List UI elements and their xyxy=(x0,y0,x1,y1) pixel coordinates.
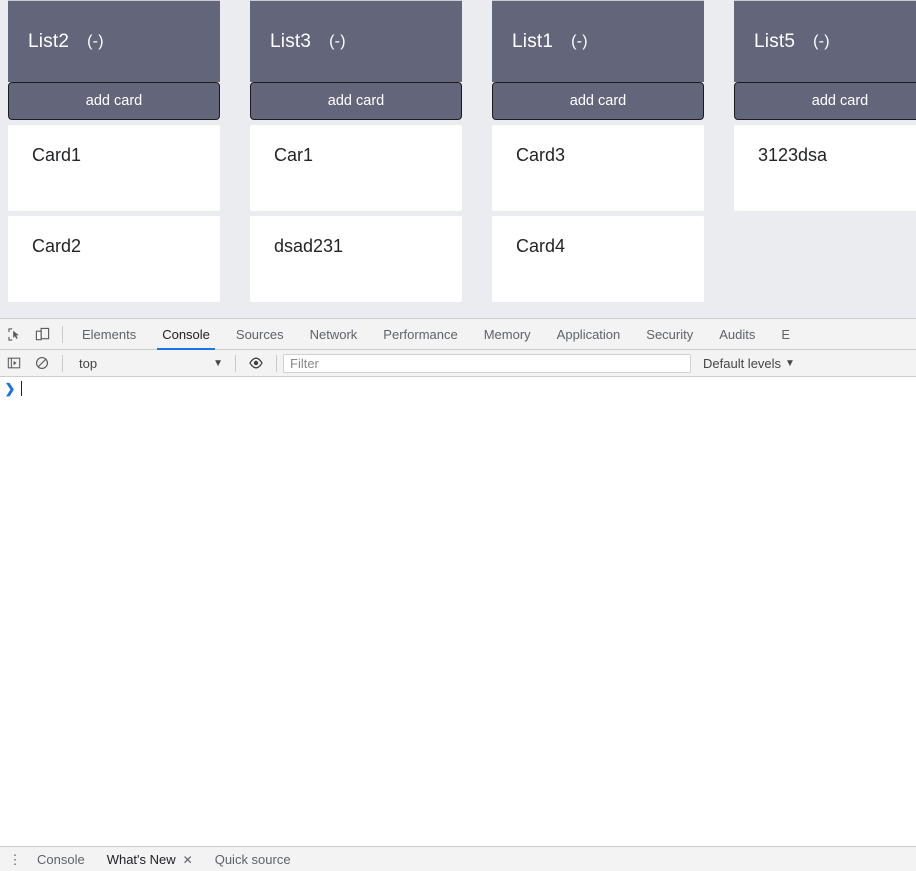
console-prompt-icon: ❯ xyxy=(4,380,16,396)
list-header[interactable]: List5 (-) xyxy=(734,0,916,82)
log-levels-dropdown[interactable]: Default levels ▼ xyxy=(703,356,795,371)
console-output-area[interactable]: ❯ xyxy=(0,378,916,846)
devtools-tab-security[interactable]: Security xyxy=(633,319,706,350)
console-text-caret xyxy=(21,381,22,396)
console-sidebar-icon[interactable] xyxy=(0,350,28,376)
drawer-tab-console[interactable]: Console xyxy=(26,849,96,871)
chevron-down-icon: ▼ xyxy=(213,357,223,369)
console-filter-input[interactable] xyxy=(283,353,691,373)
add-card-button[interactable]: add card xyxy=(250,82,462,120)
filterbar-divider-2 xyxy=(235,354,236,372)
devtools-tab-sources[interactable]: Sources xyxy=(223,319,297,350)
board-card[interactable]: Car1 xyxy=(250,125,462,211)
board-card[interactable]: dsad231 xyxy=(250,216,462,302)
drawer-tab-what-s-new[interactable]: What's New ✕ xyxy=(96,849,204,871)
list-delete-control[interactable]: (-) xyxy=(329,33,346,51)
list-title: List5 xyxy=(754,30,796,52)
board-card[interactable]: Card4 xyxy=(492,216,704,302)
devtools-tab-audits[interactable]: Audits xyxy=(706,319,768,350)
kanban-board: List2 (-) add card Card1 Card2 List3 (-) add ca… xyxy=(0,0,916,318)
devtools-tab-e[interactable]: E xyxy=(768,319,803,350)
drawer-tab-list: Console What's New ✕ Quick source xyxy=(26,849,302,871)
board-card[interactable]: 3123dsa xyxy=(734,125,916,211)
list-title: List3 xyxy=(270,30,312,52)
log-levels-label: Default levels xyxy=(703,355,782,371)
drawer-more-options-icon[interactable]: ⋮ xyxy=(4,849,26,871)
devtools-tab-memory[interactable]: Memory xyxy=(471,319,544,350)
list-header[interactable]: List3 (-) xyxy=(250,0,462,82)
list-delete-control[interactable]: (-) xyxy=(813,33,830,51)
toolbar-divider xyxy=(62,325,63,343)
console-filter-toolbar: top ▼ Default levels ▼ xyxy=(0,350,916,377)
list-delete-control[interactable]: (-) xyxy=(87,33,104,51)
device-toolbar-icon[interactable] xyxy=(28,321,56,347)
close-icon[interactable]: ✕ xyxy=(183,849,193,871)
board-card[interactable]: Card2 xyxy=(8,216,220,302)
drawer-tab-label: What's New xyxy=(106,852,176,867)
devtools-tab-elements[interactable]: Elements xyxy=(69,319,149,350)
list-title: List1 xyxy=(512,30,554,52)
chevron-down-icon: ▼ xyxy=(785,357,795,369)
list-column: List1 (-) add card Card3 Card4 xyxy=(492,0,704,302)
devtools-tab-performance[interactable]: Performance xyxy=(370,319,470,350)
drawer-tab-label: Console xyxy=(37,852,85,867)
list-title: List2 xyxy=(28,30,70,52)
list-header[interactable]: List1 (-) xyxy=(492,0,704,82)
list-column: List5 (-) add card 3123dsa xyxy=(734,0,916,211)
board-card[interactable]: Card1 xyxy=(8,125,220,211)
console-prompt-row[interactable]: ❯ xyxy=(0,378,916,399)
devtools-tabbar: Elements Console Sources Network Performance… xyxy=(0,319,916,350)
devtools-drawer-tabbar: ⋮ Console What's New ✕ Quick source xyxy=(0,846,916,871)
add-card-button[interactable]: add card xyxy=(492,82,704,120)
list-header[interactable]: List2 (-) xyxy=(8,0,220,82)
add-card-button[interactable]: add card xyxy=(8,82,220,120)
filterbar-divider-1 xyxy=(62,354,63,372)
list-column: List2 (-) add card Card1 Card2 xyxy=(8,0,220,302)
drawer-tab-label: Quick source xyxy=(214,852,291,867)
devtools-tab-application[interactable]: Application xyxy=(544,319,634,350)
devtools-panel: Elements Console Sources Network Performance… xyxy=(0,318,916,871)
board-card[interactable]: Card3 xyxy=(492,125,704,211)
clear-console-icon[interactable] xyxy=(28,350,56,376)
inspect-element-icon[interactable] xyxy=(0,321,28,347)
filterbar-divider-3 xyxy=(276,354,277,372)
drawer-tab-quick-source[interactable]: Quick source xyxy=(204,849,302,871)
devtools-tab-console[interactable]: Console xyxy=(149,319,223,350)
live-expression-eye-icon[interactable] xyxy=(242,350,270,376)
devtools-tab-list: Elements Console Sources Network Performance… xyxy=(69,319,803,350)
execution-context-select[interactable]: top ▼ xyxy=(69,353,229,374)
add-card-button[interactable]: add card xyxy=(734,82,916,120)
execution-context-value: top xyxy=(79,355,98,371)
list-column: List3 (-) add card Car1 dsad231 xyxy=(250,0,462,302)
board-lists-container: List2 (-) add card Card1 Card2 List3 (-) add ca… xyxy=(0,0,916,318)
list-delete-control[interactable]: (-) xyxy=(571,33,588,51)
devtools-tab-network[interactable]: Network xyxy=(297,319,371,350)
